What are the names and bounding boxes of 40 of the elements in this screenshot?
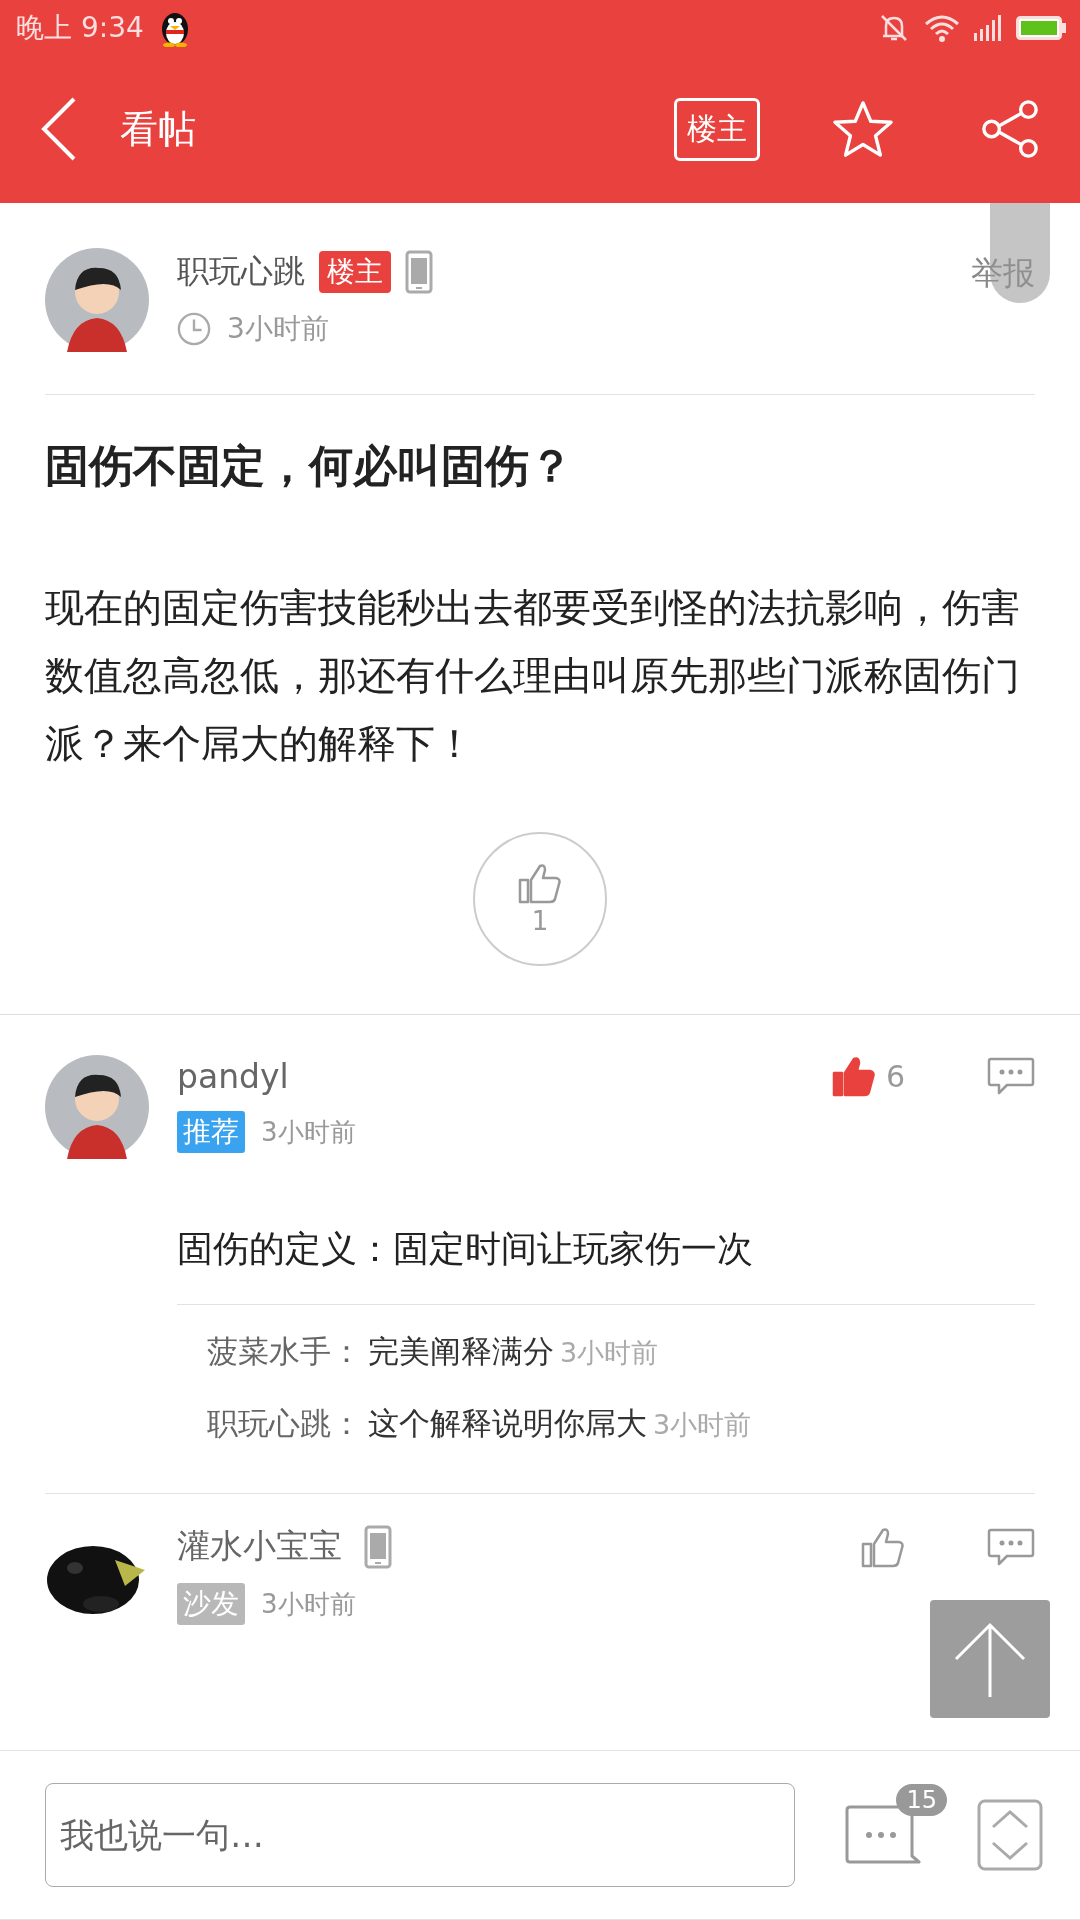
back-icon[interactable] — [40, 97, 76, 161]
back-to-top-button[interactable] — [930, 1600, 1050, 1718]
wifi-icon — [924, 13, 960, 42]
post-time: 3小时前 — [227, 311, 329, 347]
thumbs-up-icon[interactable] — [861, 1525, 905, 1568]
author-only-button[interactable]: 楼主 — [674, 97, 760, 161]
comment-tag: 推荐 — [177, 1111, 245, 1153]
comment-body: 固伤的定义：固定时间让玩家伤一次 — [177, 1227, 754, 1271]
comment-tag: 沙发 — [177, 1583, 245, 1625]
share-icon[interactable] — [980, 99, 1040, 159]
thumbs-up-icon — [518, 862, 562, 904]
commenter-name[interactable]: 灌水小宝宝 — [177, 1524, 342, 1569]
post-title: 固伤不固定，何必叫固伤？ — [45, 439, 574, 493]
comment-time: 3小时前 — [261, 1587, 356, 1621]
up-down-icon[interactable] — [977, 1799, 1043, 1871]
reply-author[interactable]: 职玩心跳： — [207, 1403, 362, 1445]
comment-icon[interactable] — [987, 1526, 1035, 1567]
commenter-name[interactable]: pandyl — [177, 1056, 289, 1096]
avatar-icon[interactable] — [45, 1055, 149, 1159]
like-count: 6 — [885, 1058, 905, 1094]
comment-icon[interactable] — [987, 1056, 1035, 1096]
author-name[interactable]: 职玩心跳 — [177, 250, 305, 294]
comment-input[interactable]: 我也说一句… — [45, 1783, 795, 1887]
clock-icon — [177, 312, 211, 346]
star-icon[interactable] — [832, 100, 894, 158]
comment-count-badge: 15 — [896, 1784, 947, 1816]
status-time: 晚上 9:34 — [16, 9, 144, 46]
owner-tag: 楼主 — [319, 251, 391, 293]
reply-author[interactable]: 菠菜水手： — [207, 1331, 362, 1373]
battery-icon — [1016, 15, 1066, 40]
post-body: 现在的固定伤害技能秒出去都要受到怪的法抗影响，伤害数值忽高忽低，那还有什么理由叫原先那些门派称固伤门派？来个屌大的解释下！ — [45, 584, 1021, 768]
reply-time: 3小时前 — [560, 1336, 659, 1370]
thumbs-up-icon[interactable] — [831, 1055, 876, 1097]
reply-text: 完美阐释满分 — [368, 1332, 554, 1371]
reply-time: 3小时前 — [653, 1408, 752, 1442]
comment-time: 3小时前 — [261, 1115, 356, 1149]
reply-text: 这个解释说明你屌大 — [368, 1404, 647, 1443]
signal-icon — [974, 14, 1002, 41]
avatar-icon[interactable] — [45, 248, 149, 352]
page-title: 看帖 — [120, 105, 197, 153]
